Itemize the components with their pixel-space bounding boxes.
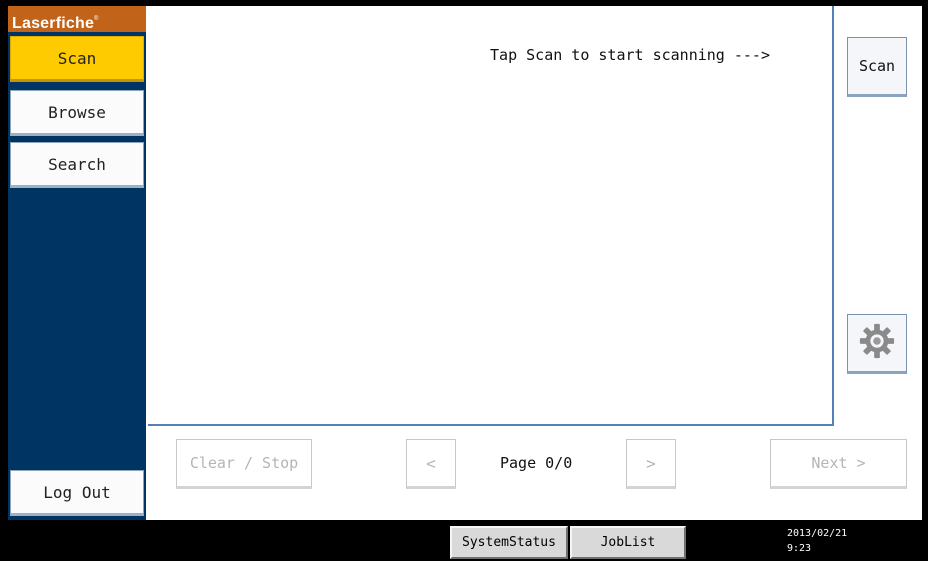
sidebar-item-scan[interactable]: Scan: [10, 36, 144, 82]
next-page-button[interactable]: >: [626, 439, 676, 489]
date-time-display: 2013/02/21 9:23: [787, 526, 847, 556]
scan-hint-text: Tap Scan to start scanning --->: [490, 46, 770, 64]
sidebar-item-label: Search: [48, 154, 106, 174]
settings-button[interactable]: [847, 314, 907, 374]
brand-registered-mark: ®: [94, 16, 99, 22]
logout-button[interactable]: Log Out: [10, 470, 144, 516]
sidebar-item-label: Scan: [57, 48, 97, 68]
logout-label: Log Out: [43, 482, 111, 502]
scan-button-label: Scan: [858, 57, 896, 75]
job-list-label: JobList: [600, 535, 656, 550]
sidebar-item-browse[interactable]: Browse: [10, 90, 144, 136]
chevron-left-icon: <: [426, 453, 436, 473]
scan-button[interactable]: Scan: [847, 37, 907, 97]
brand-logo: Laserfiche®: [8, 6, 146, 32]
system-status-label: SystemStatus: [462, 535, 556, 550]
chevron-right-icon: >: [646, 453, 656, 473]
gear-icon: [858, 322, 896, 364]
time-text: 9:23: [787, 543, 812, 554]
clear-stop-label: Clear / Stop: [189, 454, 299, 472]
sidebar: Laserfiche® Scan Browse Search Log Out: [8, 6, 146, 520]
previous-page-button[interactable]: <: [406, 439, 456, 489]
status-bar: SystemStatus JobList 2013/02/21 9:23: [8, 520, 922, 559]
page-indicator: Page 0/0: [500, 454, 573, 472]
date-text: 2013/02/21: [787, 528, 848, 539]
next-button[interactable]: Next >: [770, 439, 907, 489]
scan-preview-panel: Tap Scan to start scanning --->: [148, 6, 834, 426]
clear-stop-button[interactable]: Clear / Stop: [176, 439, 312, 489]
sidebar-item-label: Browse: [48, 102, 106, 122]
system-status-button[interactable]: SystemStatus: [450, 526, 568, 559]
job-list-button[interactable]: JobList: [570, 526, 686, 559]
brand-name: Laserfiche: [12, 15, 95, 32]
next-button-label: Next >: [811, 454, 866, 472]
laserfiche-scanner-screen: Laserfiche® Scan Browse Search Log Out T…: [8, 6, 922, 559]
sidebar-item-search[interactable]: Search: [10, 142, 144, 188]
